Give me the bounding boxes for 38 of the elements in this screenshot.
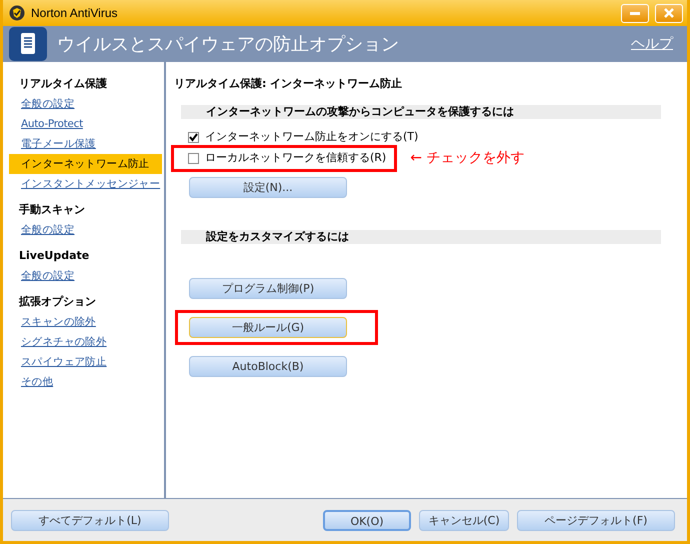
section-title: リアルタイム保護: インターネットワーム防止 — [174, 76, 404, 92]
footer-button[interactable]: ページデフォルト(F) — [517, 510, 675, 530]
minimize-icon — [630, 12, 640, 14]
page-title: ウイルスとスパイウェアの防止オプション — [57, 32, 400, 56]
minimize-button[interactable] — [621, 4, 649, 22]
sidebar-heading: 拡張オプション — [18, 294, 97, 310]
close-button[interactable] — [655, 4, 683, 22]
sidebar-link[interactable]: スパイウェア防止 — [9, 352, 162, 372]
sidebar-link[interactable]: 全般の設定 — [9, 94, 162, 114]
shield-icon — [9, 5, 25, 21]
footer-button[interactable]: キャンセル(C) — [419, 510, 509, 530]
footer-button[interactable]: すべてデフォルト(L) — [11, 510, 169, 530]
sidebar-heading: 手動スキャン — [18, 202, 86, 218]
sidebar-link[interactable]: Auto-Protect — [9, 114, 162, 134]
sidebar-link[interactable]: インスタントメッセンジャー — [9, 174, 162, 194]
option-button[interactable]: 一般ルール(G) — [189, 316, 347, 338]
section-heading: インターネットワームの攻撃からコンピュータを保護するには — [181, 104, 661, 118]
sidebar-link[interactable]: その他 — [9, 372, 162, 392]
sidebar-link[interactable]: インターネットワーム防止 — [9, 154, 162, 174]
option-button[interactable]: プログラム制御(P) — [189, 278, 347, 298]
sidebar-heading: LiveUpdate — [18, 248, 90, 264]
sidebar-link[interactable]: 全般の設定 — [9, 266, 162, 286]
section-heading: 設定をカスタマイズするには — [181, 230, 661, 244]
sidebar-link[interactable]: 電子メール保護 — [9, 134, 162, 154]
footer-button[interactable]: OK(O) — [323, 510, 411, 530]
window-title: Norton AntiVirus — [31, 5, 118, 22]
option-button[interactable]: 設定(N)... — [189, 176, 347, 198]
sidebar-link[interactable]: 全般の設定 — [9, 220, 162, 240]
checkbox[interactable] — [188, 132, 199, 142]
checkbox[interactable] — [188, 152, 199, 164]
close-icon — [664, 8, 674, 18]
sidebar-link[interactable]: シグネチャの除外 — [9, 332, 162, 352]
option-button[interactable]: AutoBlock(B) — [189, 356, 347, 376]
checkbox-label[interactable]: インターネットワーム防止をオンにする(T) — [205, 128, 418, 146]
sidebar-heading: リアルタイム保護 — [18, 76, 108, 92]
checkbox-label[interactable]: ローカルネットワークを信頼する(R) — [205, 150, 386, 166]
annotation-text: ← チェックを外す — [410, 148, 524, 168]
sidebar-link[interactable]: スキャンの除外 — [9, 312, 162, 332]
